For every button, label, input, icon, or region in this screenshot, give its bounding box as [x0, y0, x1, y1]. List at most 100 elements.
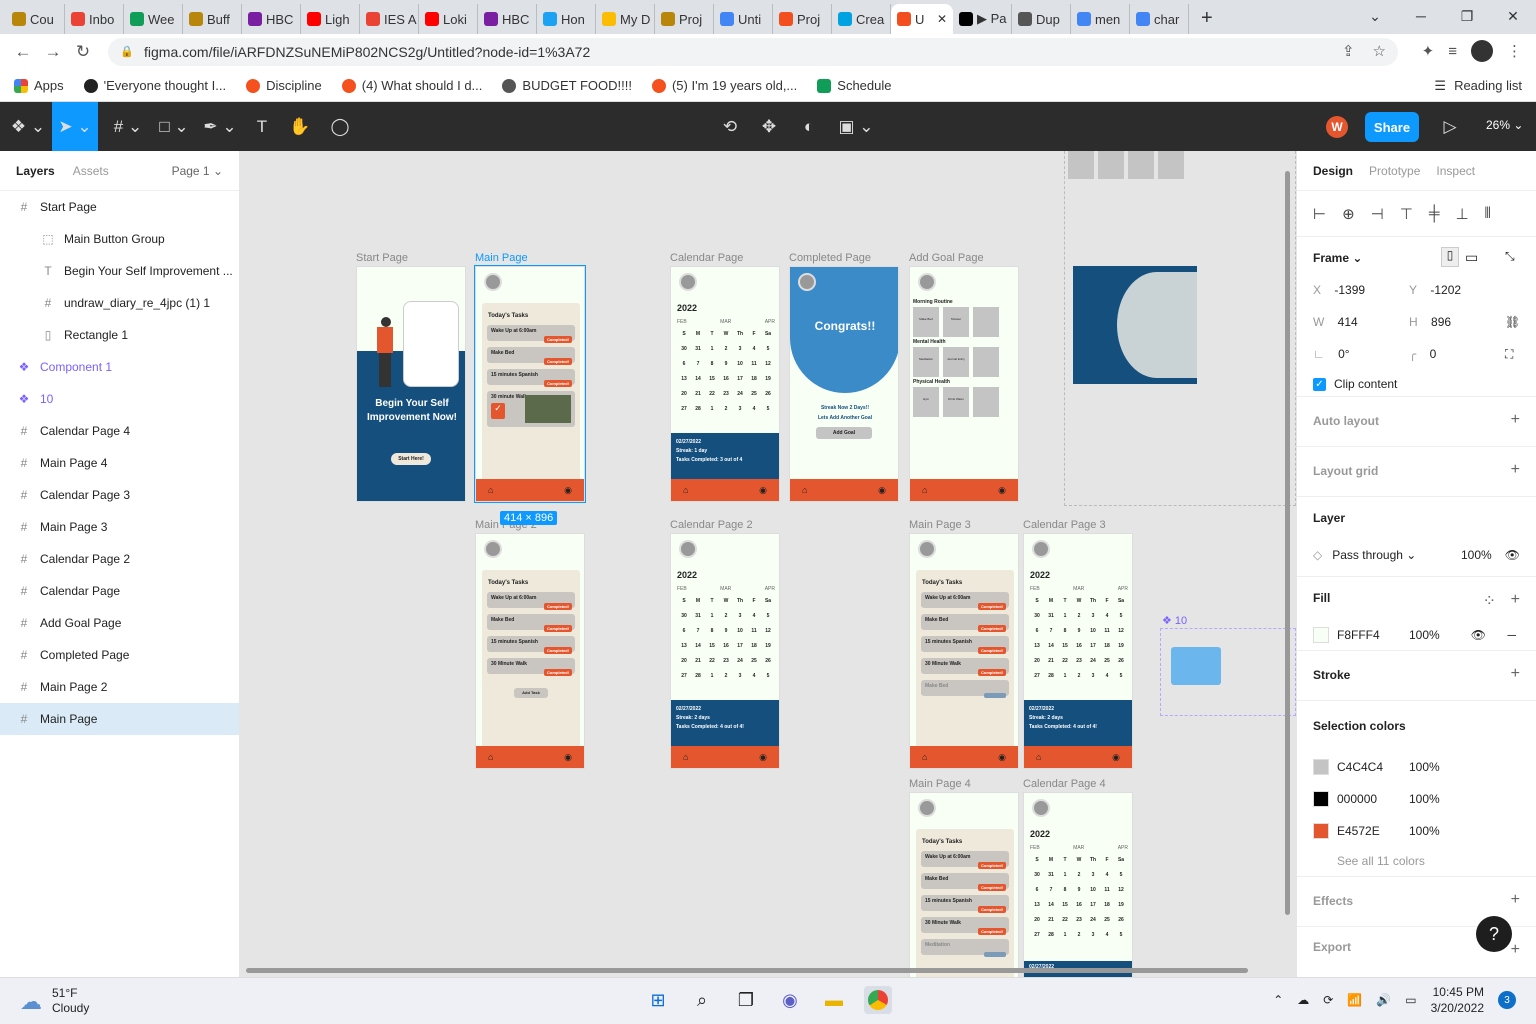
- text-tool-icon[interactable]: T: [250, 102, 274, 151]
- calendar-day[interactable]: 1: [705, 673, 719, 679]
- battery-icon[interactable]: ▭: [1405, 993, 1416, 1007]
- calendar-day[interactable]: 21: [1044, 917, 1058, 923]
- calendar-day[interactable]: 8: [1058, 887, 1072, 893]
- rotation-field[interactable]: ∟ 0°: [1313, 347, 1350, 361]
- browser-tab[interactable]: ▶ Pa: [953, 4, 1012, 34]
- calendar-day[interactable]: 7: [1044, 887, 1058, 893]
- calendar-day[interactable]: 26: [1114, 658, 1128, 664]
- align-left-icon[interactable]: ⊢: [1313, 205, 1326, 223]
- goal-tile-empty[interactable]: [1068, 151, 1094, 179]
- add-auto-layout-icon[interactable]: +: [1511, 411, 1520, 429]
- browser-tab[interactable]: char: [1130, 4, 1189, 34]
- calendar-day[interactable]: 5: [1114, 673, 1128, 679]
- calendar-day[interactable]: 20: [1030, 658, 1044, 664]
- home-icon[interactable]: ⌂: [922, 485, 927, 495]
- frame-label-selected[interactable]: Main Page: [475, 252, 528, 264]
- reload-icon[interactable]: ↻: [68, 42, 98, 62]
- frame-tool-icon[interactable]: # ⌄: [108, 102, 148, 151]
- calendar-day[interactable]: 5: [761, 613, 775, 619]
- calendar-day[interactable]: 28: [691, 406, 705, 412]
- layer-opacity[interactable]: 100%: [1461, 548, 1492, 562]
- back-icon[interactable]: ←: [8, 42, 38, 62]
- calendar-day[interactable]: 5: [1114, 613, 1128, 619]
- calendar-day[interactable]: 11: [747, 628, 761, 634]
- check-icon[interactable]: ✓: [491, 403, 505, 419]
- calendar-page-4-frame[interactable]: 2022 FEB MAR APR S M T W Th F Sa 30 31 1 2 3 4 5 6 7 8 9 10 1…: [1023, 792, 1133, 977]
- resize-to-fit-icon[interactable]: ⤡: [1505, 249, 1515, 264]
- calendar-day[interactable]: 6: [677, 361, 691, 367]
- layer-item[interactable]: # Main Page 2: [0, 671, 239, 703]
- task-item[interactable]: Make Bed Completed!: [921, 614, 1009, 632]
- browser-tab[interactable]: Dup: [1012, 4, 1071, 34]
- calendar-day[interactable]: 31: [691, 346, 705, 352]
- forward-icon[interactable]: →: [38, 42, 68, 62]
- calendar-day[interactable]: 13: [677, 376, 691, 382]
- layer-item[interactable]: # Add Goal Page: [0, 607, 239, 639]
- calendar-day[interactable]: 2: [719, 406, 733, 412]
- frame-selector[interactable]: Frame ⌄: [1313, 251, 1362, 265]
- calendar-day[interactable]: 5: [761, 673, 775, 679]
- calendar-day[interactable]: 7: [691, 361, 705, 367]
- calendar-day[interactable]: 19: [761, 643, 775, 649]
- browser-tab[interactable]: HBC: [242, 4, 301, 34]
- calendar-day[interactable]: 9: [1072, 887, 1086, 893]
- layer-item[interactable]: # Calendar Page 2: [0, 543, 239, 575]
- maximize-button[interactable]: ❐: [1444, 0, 1490, 32]
- calendar-nav-icon[interactable]: ◉: [998, 485, 1006, 496]
- month-apr[interactable]: APR: [1118, 586, 1128, 592]
- task-item[interactable]: 30 Minute Walk Completed!: [487, 658, 575, 676]
- month-mar[interactable]: MAR: [1073, 586, 1084, 592]
- calendar-day[interactable]: 9: [719, 628, 733, 634]
- month-mar[interactable]: MAR: [720, 586, 731, 592]
- calendar-day[interactable]: 5: [761, 406, 775, 412]
- checkbox-checked-icon[interactable]: ✓: [1313, 377, 1326, 391]
- comment-tool-icon[interactable]: ◯: [328, 102, 352, 151]
- frame-label[interactable]: Completed Page: [789, 252, 871, 264]
- color-swatch[interactable]: [1313, 823, 1329, 839]
- calendar-day[interactable]: 1: [1058, 872, 1072, 878]
- calendar-day[interactable]: 15: [705, 643, 719, 649]
- task-item[interactable]: 30 Minute Walk Completed!: [921, 658, 1009, 676]
- goal-tile[interactable]: Meditation: [913, 347, 939, 377]
- calendar-day[interactable]: 16: [1072, 643, 1086, 649]
- calendar-day[interactable]: 17: [1086, 643, 1100, 649]
- main-page-2-frame[interactable]: Today's Tasks Wake Up at 6:00am Completed…: [475, 533, 585, 769]
- task-item[interactable]: Make Bed Completed!: [487, 614, 575, 632]
- goal-tile[interactable]: Gym: [913, 387, 939, 417]
- calendar-day[interactable]: 1: [1058, 673, 1072, 679]
- bookmark-apps[interactable]: Apps: [14, 78, 64, 93]
- calendar-day[interactable]: 30: [677, 613, 691, 619]
- layer-item[interactable]: ⬚ Main Button Group: [0, 223, 239, 255]
- calendar-day[interactable]: 25: [747, 658, 761, 664]
- frame-label[interactable]: Start Page: [356, 252, 408, 264]
- calendar-nav-icon[interactable]: ◉: [998, 752, 1006, 763]
- browser-tab[interactable]: Crea: [832, 4, 891, 34]
- tab-design[interactable]: Design: [1313, 164, 1353, 178]
- calendar-nav-icon[interactable]: ◉: [759, 485, 767, 496]
- layer-item[interactable]: T Begin Your Self Improvement ...: [0, 255, 239, 287]
- calendar-day[interactable]: 20: [677, 391, 691, 397]
- clip-content-toggle[interactable]: ✓ Clip content: [1313, 377, 1397, 391]
- minimize-button[interactable]: ─: [1398, 0, 1444, 32]
- layer-item[interactable]: # Calendar Page 4: [0, 415, 239, 447]
- sync-icon[interactable]: ⟳: [1323, 993, 1333, 1007]
- calendar-day[interactable]: 24: [1086, 917, 1100, 923]
- goal-tile-empty[interactable]: [1128, 151, 1154, 179]
- browser-tab[interactable]: Hon: [537, 4, 596, 34]
- calendar-day[interactable]: 10: [733, 361, 747, 367]
- calendar-day[interactable]: 17: [733, 643, 747, 649]
- components-icon[interactable]: ✥: [757, 102, 781, 151]
- align-top-icon[interactable]: ⊤: [1400, 205, 1413, 223]
- calendar-day[interactable]: 27: [677, 673, 691, 679]
- home-icon[interactable]: ⌂: [802, 485, 807, 495]
- main-page-frame[interactable]: Today's Tasks Wake Up at 6:00am Completed…: [474, 265, 586, 503]
- layer-item[interactable]: # Main Page 4: [0, 447, 239, 479]
- calendar-day[interactable]: 31: [691, 613, 705, 619]
- calendar-day[interactable]: 6: [1030, 887, 1044, 893]
- browser-tab[interactable]: U ✕: [891, 4, 953, 34]
- layer-item[interactable]: # Completed Page: [0, 639, 239, 671]
- calendar-day[interactable]: 25: [1100, 917, 1114, 923]
- frame-label[interactable]: Calendar Page 4: [1023, 778, 1106, 790]
- task-item-pending[interactable]: Meditation: [921, 939, 1009, 957]
- calendar-day[interactable]: 4: [747, 406, 761, 412]
